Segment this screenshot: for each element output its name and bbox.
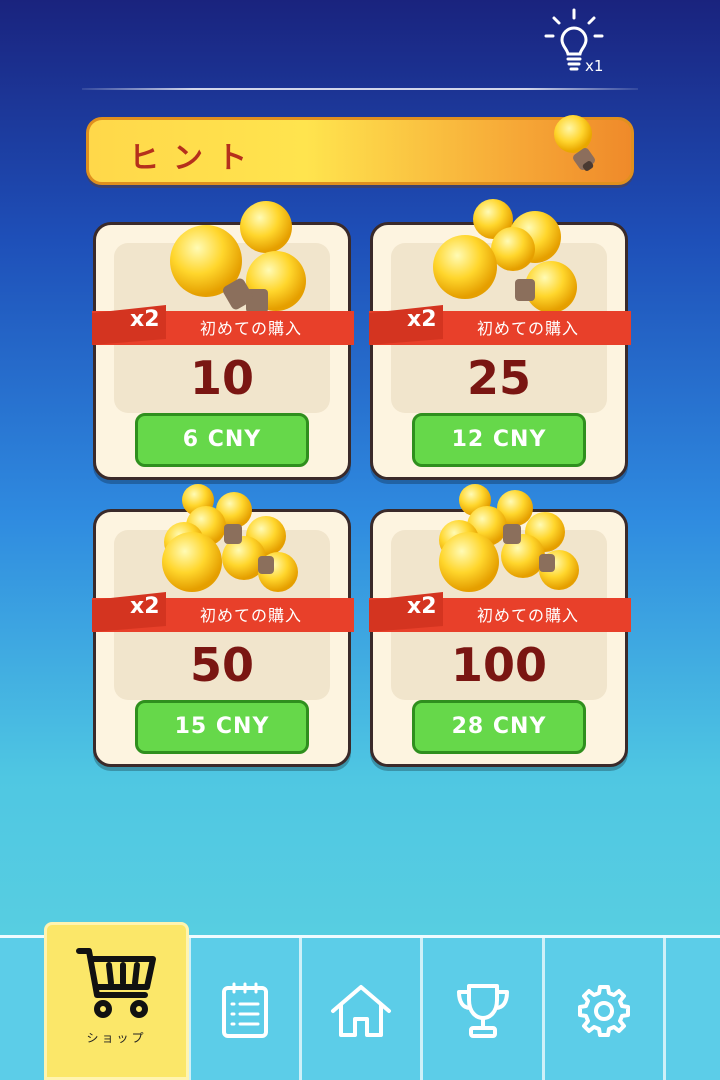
pack-card-50[interactable]: x2 初めての購入 50 15 CNY [92,484,354,767]
hint-count: x1 [585,57,604,75]
buy-button[interactable]: 6 CNY [135,413,309,467]
buy-button[interactable]: 15 CNY [135,700,309,754]
header-divider [82,88,638,90]
buy-button[interactable]: 12 CNY [412,413,586,467]
nav-shop-label: ショップ [86,1031,147,1045]
bonus-badge: x2 [130,307,160,332]
hint-amount: 25 [466,351,531,405]
gear-icon [578,984,630,1037]
hint-amount: 10 [189,351,254,405]
banner-title: ヒント [129,141,261,176]
ribbon-label: 初めての購入 [200,606,303,625]
bonus-badge: x2 [407,307,437,332]
hint-category-banner: ヒント [86,115,634,185]
pack-card-100[interactable]: x2 初めての購入 100 28 CNY [369,484,631,767]
home-icon [331,984,391,1037]
shopping-cart-icon [76,948,156,1018]
lightbulb-icon [554,115,595,171]
pack-card-10[interactable]: x2 初めての購入 10 6 CNY [92,201,354,480]
bonus-badge: x2 [407,594,437,619]
ribbon-label: 初めての購入 [477,606,580,625]
hint-amount: 50 [189,638,254,692]
ribbon-label: 初めての購入 [200,319,303,338]
nav-shop[interactable]: ショップ [44,922,189,1080]
nav-home[interactable] [302,938,420,1080]
nav-trophy[interactable] [423,938,542,1080]
nav-tasks[interactable] [191,938,299,1080]
buy-button[interactable]: 28 CNY [412,700,586,754]
list-icon [222,982,268,1038]
bonus-badge: x2 [130,594,160,619]
trophy-icon [456,983,509,1038]
pack-card-25[interactable]: x2 初めての購入 25 12 CNY [369,199,631,480]
nav-separator [663,938,666,1080]
hint-amount: 100 [450,638,548,692]
ribbon-label: 初めての購入 [477,319,580,338]
nav-settings[interactable] [545,938,663,1080]
